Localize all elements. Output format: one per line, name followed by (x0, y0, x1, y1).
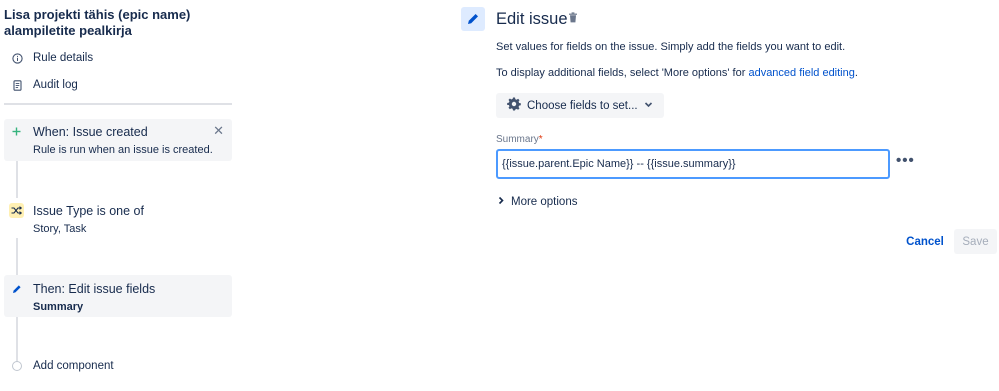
document-icon (12, 79, 23, 91)
description-line-2-end: . (854, 67, 858, 79)
description-line-2: To display additional fields, select 'Mo… (496, 67, 858, 79)
trash-icon[interactable] (568, 12, 578, 26)
save-button[interactable]: Save (954, 229, 997, 254)
choose-fields-button[interactable]: Choose fields to set... (496, 93, 664, 118)
component-action[interactable]: Then: Edit issue fields Summary (4, 275, 232, 317)
info-icon (12, 52, 23, 64)
action-title: Then: Edit issue fields (33, 282, 156, 296)
nav-audit-log[interactable]: Audit log (12, 79, 78, 91)
trigger-subtitle: Rule is run when an issue is created. (33, 144, 213, 156)
description-line-1: Set values for fields on the issue. Simp… (496, 41, 846, 53)
summary-input[interactable] (496, 149, 890, 179)
add-component-link[interactable]: Add component (33, 360, 114, 372)
required-mark: * (538, 134, 543, 145)
rule-title: Lisa projekti tähis (epic name) alampile… (4, 7, 191, 38)
add-component-circle[interactable] (12, 361, 22, 371)
component-trigger[interactable]: When: Issue created Rule is run when an … (4, 119, 232, 161)
timeline-line (16, 150, 18, 362)
gear-icon (507, 97, 521, 114)
summary-label: Summary* (496, 134, 543, 145)
component-condition[interactable]: Issue Type is one of Story, Task (4, 198, 232, 238)
more-options-toggle[interactable]: More options (497, 196, 577, 208)
page-title: Edit issue (496, 10, 568, 28)
nav-rule-details-label: Rule details (33, 52, 94, 64)
trigger-title: When: Issue created (33, 125, 148, 139)
more-actions-icon[interactable]: ••• (896, 152, 915, 169)
close-icon[interactable]: ✕ (213, 123, 224, 139)
summary-label-text: Summary (496, 134, 539, 145)
cancel-button[interactable]: Cancel (900, 230, 950, 254)
edit-issue-badge (461, 7, 485, 31)
rule-sidebar: Lisa projekti tähis (epic name) alampile… (0, 0, 240, 391)
condition-title: Issue Type is one of (33, 204, 144, 218)
nav-rule-details[interactable]: Rule details (12, 52, 93, 64)
action-subtitle: Summary (33, 301, 84, 313)
nav-audit-log-label: Audit log (33, 79, 78, 91)
plus-icon (9, 124, 24, 139)
chevron-down-icon (644, 100, 653, 112)
sidebar-divider (4, 103, 232, 105)
choose-fields-label: Choose fields to set... (527, 99, 638, 112)
more-options-label: More options (511, 196, 578, 208)
pencil-icon (9, 281, 24, 296)
shuffle-icon (9, 203, 24, 218)
description-line-2-text: To display additional fields, select 'Mo… (496, 67, 749, 79)
chevron-right-icon (497, 196, 505, 208)
pencil-icon (468, 14, 478, 24)
advanced-field-editing-link[interactable]: advanced field editing (748, 67, 854, 79)
condition-subtitle: Story, Task (33, 223, 87, 235)
